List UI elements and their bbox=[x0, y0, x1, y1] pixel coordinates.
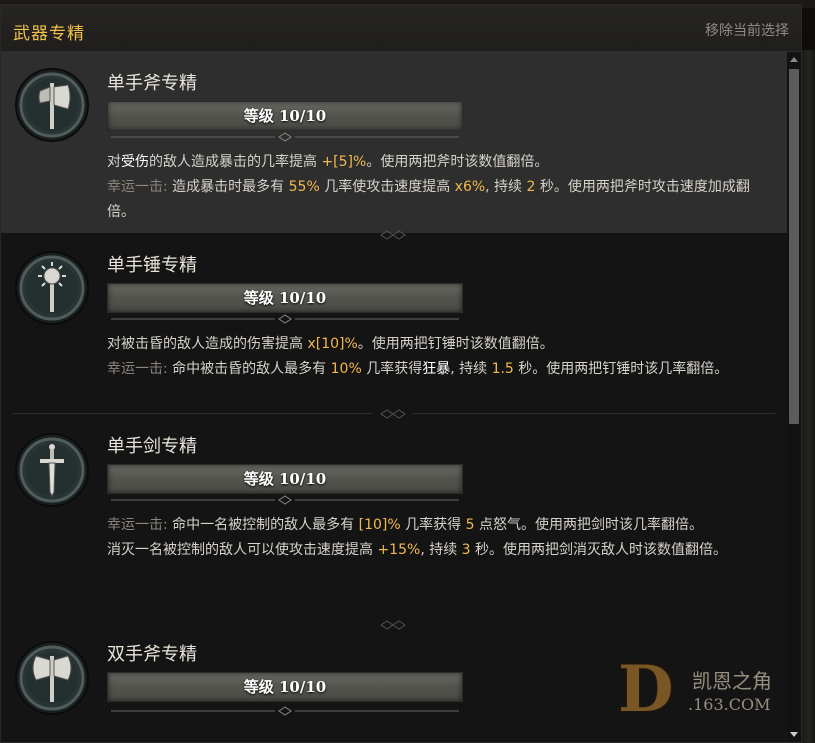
highlight-value: +[5]% bbox=[321, 154, 367, 170]
lucky-hit-line: 幸运一击: 命中一名被控制的敌人最多有 [10]% 几率获得 5 点怒气。使用两… bbox=[107, 517, 703, 533]
description-line: 对受伤的敌人造成暴击的几率提高 +[5]%。使用两把斧时该数值翻倍。 bbox=[107, 154, 549, 170]
highlight-value: +15% bbox=[377, 542, 421, 558]
mastery-description: 对被击昏的敌人造成的伤害提高 x[10]%。使用两把钉锤时该数值翻倍。 幸运一击… bbox=[107, 332, 777, 382]
level-label: 等级 10/10 bbox=[243, 678, 327, 696]
two-hand-axe-icon bbox=[15, 641, 89, 715]
site-watermark: D 凯恩之角 .163.COM bbox=[618, 655, 798, 735]
highlight-value: 3 bbox=[461, 542, 471, 558]
watermark-text: 凯恩之角 bbox=[692, 669, 772, 693]
level-label: 等级 10/10 bbox=[243, 289, 327, 307]
background-right-edge bbox=[802, 50, 815, 743]
lucky-hit-label: 幸运一击: bbox=[107, 361, 173, 377]
mastery-description: 幸运一击: 命中一名被控制的敌人最多有 [10]% 几率获得 5 点怒气。使用两… bbox=[107, 513, 777, 563]
level-label: 等级 10/10 bbox=[243, 107, 327, 125]
highlight-value: x[10]% bbox=[307, 336, 358, 352]
lucky-hit-label: 幸运一击: bbox=[107, 179, 173, 195]
watermark-logo: D bbox=[618, 652, 674, 727]
bar-ornament bbox=[111, 314, 459, 324]
mastery-list: 单手斧专精 等级 10/10 对受伤的敌人造成暴击的几率提高 +[5]%。使用两… bbox=[1, 52, 787, 742]
highlight-value: [10]% bbox=[358, 517, 401, 533]
bar-ornament bbox=[111, 495, 459, 505]
level-bar: 等级 10/10 bbox=[107, 101, 463, 131]
highlight-value: x6% bbox=[454, 179, 486, 195]
mastery-entry-one-hand-mace[interactable]: 单手锤专精 等级 10/10 对被击昏的敌人造成的伤害提高 x[10]%。使用两… bbox=[1, 233, 787, 419]
level-bar: 等级 10/10 bbox=[107, 672, 463, 702]
status-keyword: 狂暴 bbox=[422, 361, 451, 377]
mastery-entry-one-hand-sword[interactable]: 单手剑专精 等级 10/10 幸运一击: 命中一名被控制的敌人最多有 [10]%… bbox=[1, 415, 787, 630]
status-keyword: 受伤 bbox=[121, 154, 149, 170]
panel-header: 武器专精 移除当前选择 bbox=[1, 5, 801, 52]
highlight-value: 10% bbox=[330, 361, 362, 377]
mastery-name: 双手斧专精 bbox=[107, 644, 197, 665]
scroll-up-arrow-icon[interactable] bbox=[790, 57, 798, 62]
mastery-name: 单手锤专精 bbox=[107, 255, 197, 276]
weapon-mastery-panel: 武器专精 移除当前选择 单手斧专精 等级 10/10 对受伤的敌人造成暴击的几率… bbox=[0, 4, 802, 743]
highlight-value: 5 bbox=[465, 517, 475, 533]
lucky-hit-line: 幸运一击: 命中被击昏的敌人最多有 10% 几率获得狂暴, 持续 1.5 秒。使… bbox=[107, 361, 729, 377]
one-hand-mace-icon bbox=[15, 251, 89, 325]
mastery-entry-one-hand-axe[interactable]: 单手斧专精 等级 10/10 对受伤的敌人造成暴击的几率提高 +[5]%。使用两… bbox=[1, 52, 787, 240]
mastery-name: 单手斧专精 bbox=[107, 73, 197, 94]
scroll-thumb[interactable] bbox=[789, 69, 799, 424]
level-bar: 等级 10/10 bbox=[107, 283, 463, 313]
mastery-name: 单手剑专精 bbox=[107, 436, 197, 457]
scrollbar[interactable] bbox=[787, 52, 801, 742]
panel-title: 武器专精 bbox=[13, 24, 85, 44]
description-line: 消灭一名被控制的敌人可以使攻击速度提高 +15%, 持续 3 秒。使用两把剑消灭… bbox=[107, 542, 728, 558]
watermark-url: .163.COM bbox=[688, 695, 771, 714]
level-bar: 等级 10/10 bbox=[107, 464, 463, 494]
lucky-hit-label: 幸运一击: bbox=[107, 517, 173, 533]
one-hand-sword-icon bbox=[15, 433, 89, 507]
level-label: 等级 10/10 bbox=[243, 470, 327, 488]
highlight-value: 55% bbox=[288, 179, 320, 195]
clear-selection-button[interactable]: 移除当前选择 bbox=[705, 20, 789, 40]
lucky-hit-line: 幸运一击: 造成暴击时最多有 55% 几率使攻击速度提高 x6%, 持续 2 秒… bbox=[107, 179, 750, 220]
bar-ornament bbox=[111, 706, 459, 716]
highlight-value: 1.5 bbox=[491, 361, 514, 377]
bar-ornament bbox=[111, 132, 459, 142]
mastery-description: 对受伤的敌人造成暴击的几率提高 +[5]%。使用两把斧时该数值翻倍。 幸运一击:… bbox=[107, 150, 777, 225]
one-hand-axe-icon bbox=[15, 68, 89, 142]
description-line: 对被击昏的敌人造成的伤害提高 x[10]%。使用两把钉锤时该数值翻倍。 bbox=[107, 336, 554, 352]
